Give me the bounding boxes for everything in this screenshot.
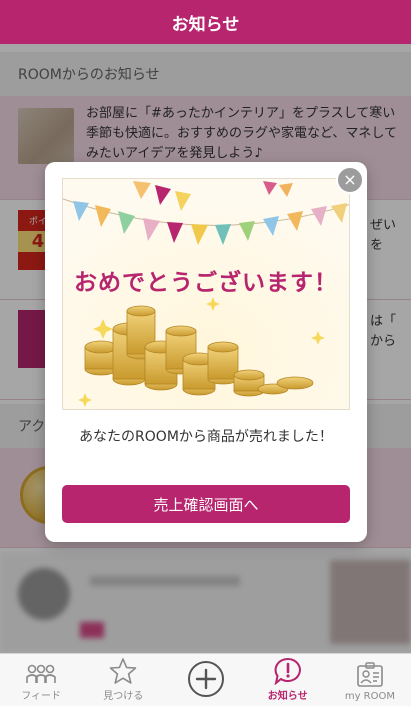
close-icon: ×	[343, 170, 357, 189]
congrats-banner: おめでとうございます！	[62, 178, 350, 410]
tab-add[interactable]	[164, 654, 246, 706]
bottom-tab-bar: フィード 見つける お知らせ my ROOM	[0, 653, 411, 706]
page-title: お知らせ	[171, 14, 240, 35]
tab-discover[interactable]: 見つける	[82, 654, 164, 706]
tab-label: 見つける	[103, 691, 144, 702]
plus-circle-icon	[187, 661, 224, 697]
page-header: お知らせ	[0, 0, 411, 44]
tab-label: お知らせ	[267, 691, 308, 702]
tab-my-room[interactable]: my ROOM	[329, 654, 411, 706]
tab-label: フィード	[21, 691, 61, 702]
profile-card-icon	[357, 662, 383, 687]
star-icon	[109, 658, 137, 684]
congrats-title: おめでとうございます！	[74, 270, 338, 296]
tab-feed[interactable]: フィード	[0, 654, 82, 706]
tab-label: my ROOM	[344, 691, 395, 702]
view-sales-button[interactable]: 売上確認画面へ	[62, 485, 350, 523]
people-icon	[26, 664, 56, 683]
sale-message: あなたのROOMから商品が売れました！	[79, 429, 333, 445]
tab-notifications[interactable]: お知らせ	[247, 654, 329, 706]
close-button[interactable]: ×	[336, 166, 364, 194]
notification-icon	[274, 657, 301, 685]
